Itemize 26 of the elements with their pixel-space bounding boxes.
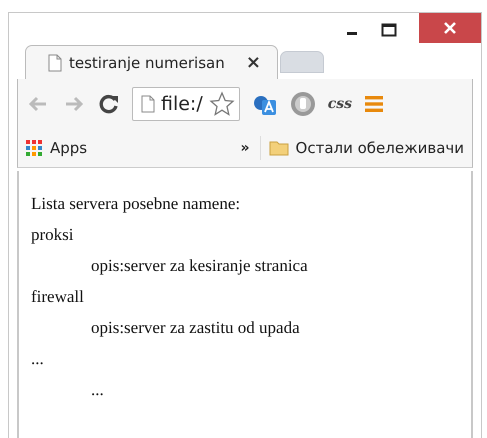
list-description: opis:server za kesiranje stranica [91, 255, 308, 277]
active-tab[interactable]: testiranje numerisan × [25, 45, 278, 79]
list-term: ... [31, 348, 44, 370]
tab-title: testiranje numerisan [69, 54, 226, 72]
folder-icon[interactable] [268, 140, 289, 156]
overflow-button[interactable]: » [240, 140, 250, 156]
close-icon [443, 21, 457, 35]
reload-icon[interactable] [98, 93, 120, 115]
address-field[interactable]: file:/ [132, 87, 240, 121]
star-icon[interactable] [208, 91, 235, 117]
maximize-icon[interactable] [381, 23, 397, 37]
css-button[interactable]: css [328, 96, 352, 112]
list-term: proksi [31, 224, 74, 246]
close-tab-button[interactable]: × [246, 52, 261, 73]
menu-icon[interactable] [364, 94, 384, 114]
list-description: ... [91, 379, 104, 401]
page-heading: Lista servera posebne namene: [31, 193, 240, 215]
apps-link[interactable]: Apps [50, 139, 88, 157]
page-icon [141, 95, 155, 113]
apps-icon[interactable] [26, 140, 42, 156]
list-term: firewall [31, 286, 84, 308]
close-button[interactable] [419, 13, 481, 43]
list-description: opis:server za zastitu od upada [91, 317, 300, 339]
bookmark-folder[interactable]: Остали обележивачи [296, 139, 464, 157]
hand-icon[interactable] [290, 91, 316, 117]
page-icon [48, 54, 62, 72]
